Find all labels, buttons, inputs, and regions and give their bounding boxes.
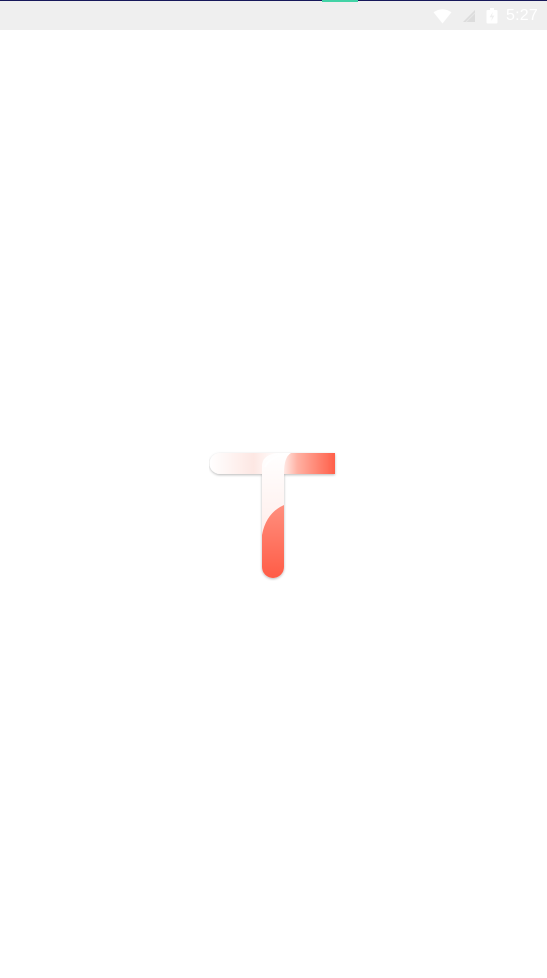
battery-icon [486,8,498,24]
signal-icon [462,9,476,23]
status-icons: 5:27 [433,5,538,27]
splash-screen: 5:27 [0,0,547,978]
status-bar: 5:27 [0,0,547,30]
notification-indicator [322,0,358,2]
t-logo-icon [209,449,339,581]
status-time: 5:27 [506,7,538,24]
wifi-icon [433,8,452,24]
